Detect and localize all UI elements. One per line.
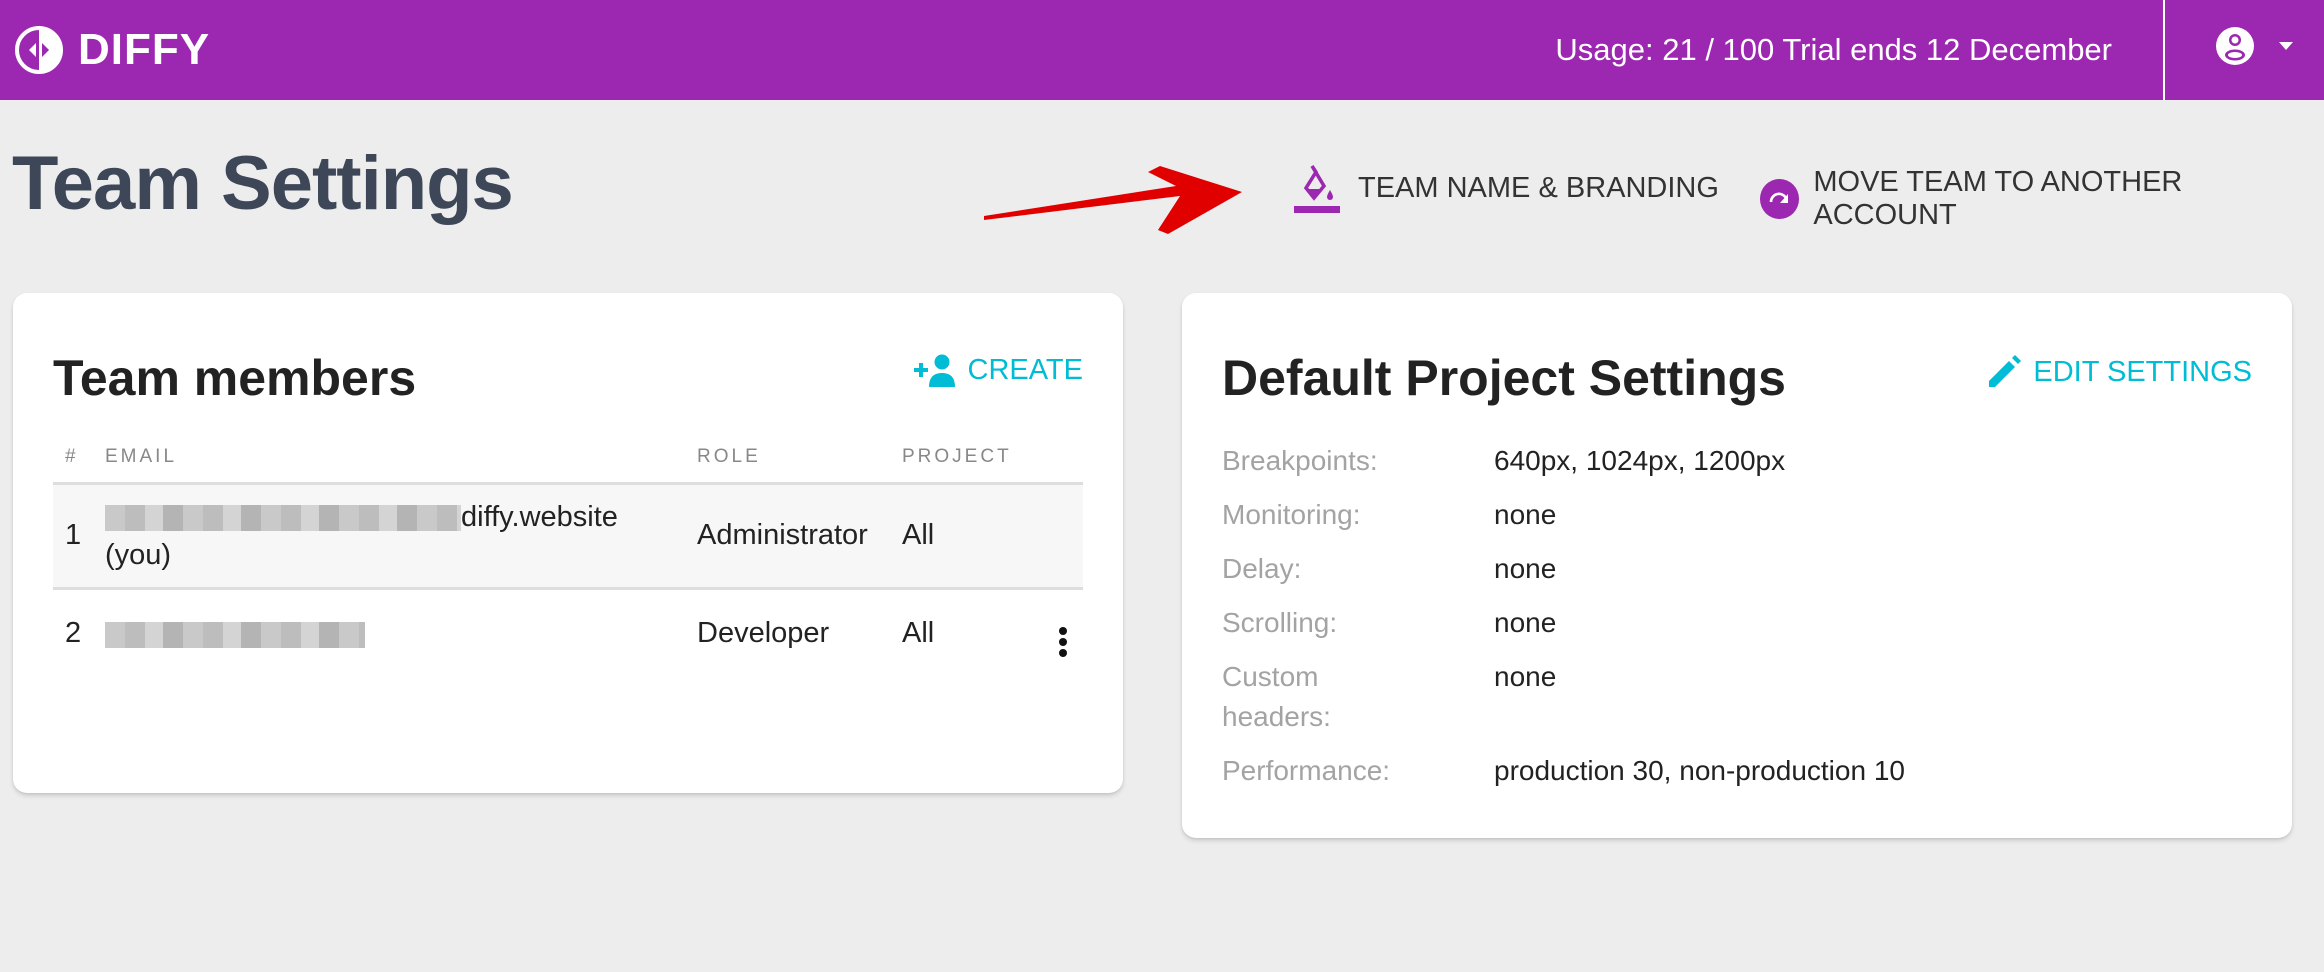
setting-performance: Performance: production 30, non-producti…: [1222, 751, 2222, 791]
column-header-actions: [1042, 433, 1083, 485]
setting-monitoring: Monitoring: none: [1222, 495, 2222, 535]
column-header-project: PROJECT: [902, 433, 1042, 485]
email-domain: diffy.website: [461, 500, 618, 533]
setting-value: none: [1494, 499, 1557, 530]
setting-scrolling: Scrolling: none: [1222, 603, 2222, 643]
team-members-title: Team members: [53, 350, 417, 406]
account-menu-button[interactable]: [2215, 26, 2295, 66]
member-project: All: [902, 617, 935, 650]
member-role: Developer: [697, 617, 830, 650]
create-label: CREATE: [967, 353, 1083, 386]
team-members-card: Team members CREATE # EMAIL ROLE PROJECT…: [13, 293, 1123, 793]
row-number: 2: [65, 617, 82, 650]
table-row[interactable]: 2 Developer All: [53, 588, 1083, 678]
setting-custom-headers: Custom headers: none: [1222, 657, 2222, 737]
redacted-email: [105, 504, 461, 531]
topbar-divider: [2163, 0, 2165, 100]
usage-status: Usage: 21 / 100 Trial ends 12 December: [1555, 32, 2112, 67]
page-title: Team Settings: [12, 141, 514, 226]
more-vert-icon[interactable]: [1058, 627, 1067, 658]
move-team-button[interactable]: MOVE TEAM TO ANOTHER ACCOUNT: [1760, 166, 2324, 232]
edit-settings-button[interactable]: EDIT SETTINGS: [1985, 353, 2252, 391]
table-header-row: # EMAIL ROLE PROJECT: [53, 433, 1083, 485]
brand-name: DIFFY: [78, 25, 211, 74]
column-header-number: #: [53, 433, 105, 485]
paint-bucket-icon: [1294, 165, 1340, 213]
pencil-icon: [1989, 355, 2022, 387]
setting-value: 640px, 1024px, 1200px: [1494, 445, 1786, 476]
move-team-label: MOVE TEAM TO ANOTHER ACCOUNT: [1813, 166, 2183, 231]
setting-label: Breakpoints:: [1222, 445, 1378, 476]
default-project-settings-card: Default Project Settings EDIT SETTINGS B…: [1182, 293, 2292, 838]
row-number: 1: [53, 483, 105, 590]
member-role: Administrator: [697, 483, 902, 590]
column-header-role: ROLE: [697, 433, 902, 485]
setting-label: Custom headers:: [1222, 661, 1331, 732]
member-email: diffy.website (you): [105, 483, 697, 590]
member-project: All: [902, 483, 1042, 590]
edit-settings-label: EDIT SETTINGS: [2033, 355, 2252, 388]
setting-value: production 30, non-production 10: [1494, 755, 1905, 786]
members-table: # EMAIL ROLE PROJECT 1 diffy.website (yo…: [53, 433, 1083, 678]
setting-label: Delay:: [1222, 553, 1302, 584]
setting-label: Scrolling:: [1222, 607, 1338, 638]
row-menu-cell: [1042, 483, 1083, 590]
settings-list: Breakpoints: 640px, 1024px, 1200px Monit…: [1222, 441, 2222, 805]
setting-value: none: [1494, 607, 1557, 638]
default-settings-title: Default Project Settings: [1222, 350, 1786, 406]
add-person-icon: [913, 354, 955, 387]
diffy-logo-icon: [15, 26, 63, 74]
redacted-email: [105, 622, 365, 649]
row-menu-cell: [1042, 588, 1083, 678]
setting-delay: Delay: none: [1222, 549, 2222, 589]
setting-label: Performance:: [1222, 755, 1391, 786]
table-row[interactable]: 1 diffy.website (you) Administrator All: [53, 483, 1083, 590]
caret-down-icon: [2279, 42, 2293, 50]
logo[interactable]: DIFFY: [14, 20, 210, 80]
team-name-branding-button[interactable]: TEAM NAME & BRANDING: [1292, 162, 1719, 214]
team-name-branding-label: TEAM NAME & BRANDING: [1358, 171, 1719, 204]
column-header-email: EMAIL: [105, 433, 697, 485]
redo-circle-icon: [1760, 179, 1800, 219]
account-circle-icon: [2216, 27, 2254, 65]
setting-value: none: [1494, 553, 1557, 584]
setting-value: none: [1494, 661, 1557, 692]
top-bar: DIFFY Usage: 21 / 100 Trial ends 12 Dece…: [0, 0, 2324, 100]
member-email: [105, 588, 697, 678]
setting-label: Monitoring:: [1222, 499, 1361, 530]
annotation-arrow-icon: [984, 166, 1242, 234]
create-member-button[interactable]: CREATE: [912, 353, 1083, 387]
you-label: (you): [105, 538, 172, 571]
setting-breakpoints: Breakpoints: 640px, 1024px, 1200px: [1222, 441, 2222, 481]
